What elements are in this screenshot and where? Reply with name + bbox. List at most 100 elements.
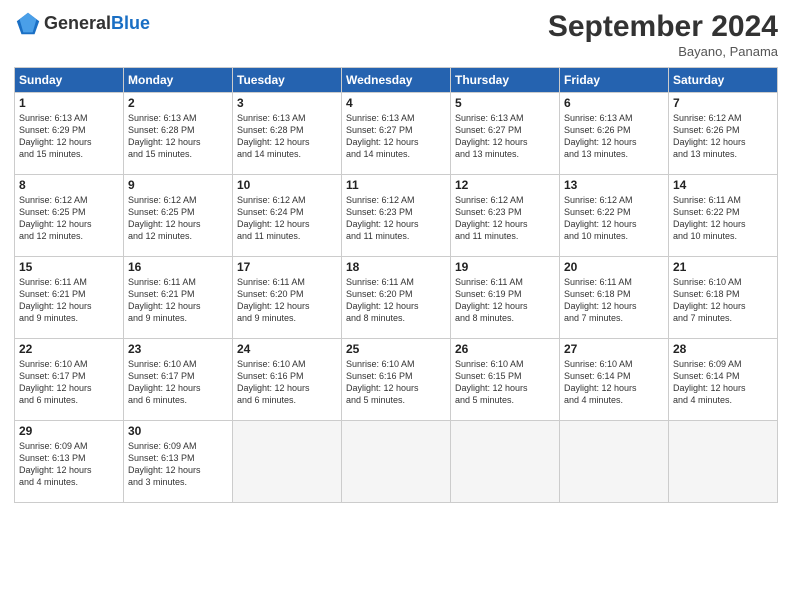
day-info: Sunrise: 6:11 AMSunset: 6:22 PMDaylight:… [673,194,773,243]
logo-icon [14,10,42,38]
day-info: Sunrise: 6:13 AMSunset: 6:28 PMDaylight:… [128,112,228,161]
day-number: 7 [673,96,773,110]
day-number: 5 [455,96,555,110]
day-info: Sunrise: 6:10 AMSunset: 6:16 PMDaylight:… [237,358,337,407]
day-info: Sunrise: 6:11 AMSunset: 6:18 PMDaylight:… [564,276,664,325]
header-saturday: Saturday [669,68,778,93]
calendar-cell: 8 Sunrise: 6:12 AMSunset: 6:25 PMDaylight… [15,175,124,257]
calendar-cell: 2 Sunrise: 6:13 AMSunset: 6:28 PMDaylight… [124,93,233,175]
day-info: Sunrise: 6:11 AMSunset: 6:20 PMDaylight:… [346,276,446,325]
header-monday: Monday [124,68,233,93]
calendar-cell [233,421,342,503]
day-number: 17 [237,260,337,274]
day-number: 30 [128,424,228,438]
day-number: 27 [564,342,664,356]
calendar-table: Sunday Monday Tuesday Wednesday Thursday… [14,67,778,503]
header-sunday: Sunday [15,68,124,93]
calendar-cell: 17Sunrise: 6:11 AMSunset: 6:20 PMDayligh… [233,257,342,339]
calendar-cell: 3 Sunrise: 6:13 AMSunset: 6:28 PMDaylight… [233,93,342,175]
day-info: Sunrise: 6:12 AMSunset: 6:26 PMDaylight:… [673,112,773,161]
calendar-header-row: Sunday Monday Tuesday Wednesday Thursday… [15,68,778,93]
day-info: Sunrise: 6:11 AMSunset: 6:21 PMDaylight:… [128,276,228,325]
logo-general-text: General [44,13,111,33]
calendar-cell: 26 Sunrise: 6:10 AMSunset: 6:15 PMDayligh… [451,339,560,421]
calendar-cell: 4Sunrise: 6:13 AMSunset: 6:27 PMDaylight… [342,93,451,175]
day-number: 14 [673,178,773,192]
calendar-cell [669,421,778,503]
day-info: Sunrise: 6:12 AMSunset: 6:23 PMDaylight:… [346,194,446,243]
calendar-cell: 6 Sunrise: 6:13 AMSunset: 6:26 PMDaylight… [560,93,669,175]
calendar-cell: 7 Sunrise: 6:12 AMSunset: 6:26 PMDaylight… [669,93,778,175]
day-info: Sunrise: 6:11 AMSunset: 6:19 PMDaylight:… [455,276,555,325]
day-number: 12 [455,178,555,192]
day-number: 6 [564,96,664,110]
calendar-cell: 30 Sunrise: 6:09 AMSunset: 6:13 PMDayligh… [124,421,233,503]
day-info: Sunrise: 6:13 AMSunset: 6:26 PMDaylight:… [564,112,664,161]
header-friday: Friday [560,68,669,93]
calendar-cell: 23 Sunrise: 6:10 AMSunset: 6:17 PMDayligh… [124,339,233,421]
day-info: Sunrise: 6:12 AMSunset: 6:22 PMDaylight:… [564,194,664,243]
day-info: Sunrise: 6:11 AMSunset: 6:21 PMDaylight:… [19,276,119,325]
day-number: 1 [19,96,119,110]
calendar-week-4: 22 Sunrise: 6:10 AMSunset: 6:17 PMDayligh… [15,339,778,421]
day-info: Sunrise: 6:10 AMSunset: 6:17 PMDaylight:… [19,358,119,407]
header-wednesday: Wednesday [342,68,451,93]
day-info: Sunrise: 6:13 AMSunset: 6:27 PMDaylight:… [455,112,555,161]
day-number: 23 [128,342,228,356]
calendar-cell: 9Sunrise: 6:12 AMSunset: 6:25 PMDaylight… [124,175,233,257]
day-info: Sunrise: 6:10 AMSunset: 6:17 PMDaylight:… [128,358,228,407]
day-number: 18 [346,260,446,274]
title-section: September 2024 Bayano, Panama [548,10,778,59]
calendar-cell: 1 Sunrise: 6:13 AMSunset: 6:29 PMDaylight… [15,93,124,175]
calendar-cell: 27Sunrise: 6:10 AMSunset: 6:14 PMDayligh… [560,339,669,421]
day-info: Sunrise: 6:12 AMSunset: 6:25 PMDaylight:… [19,194,119,243]
day-number: 29 [19,424,119,438]
page-header: GeneralBlue September 2024 Bayano, Panam… [14,10,778,59]
header-tuesday: Tuesday [233,68,342,93]
calendar-cell: 19Sunrise: 6:11 AMSunset: 6:19 PMDayligh… [451,257,560,339]
location: Bayano, Panama [548,44,778,59]
day-number: 10 [237,178,337,192]
day-number: 28 [673,342,773,356]
day-info: Sunrise: 6:13 AMSunset: 6:29 PMDaylight:… [19,112,119,161]
calendar-cell: 15 Sunrise: 6:11 AMSunset: 6:21 PMDayligh… [15,257,124,339]
day-number: 16 [128,260,228,274]
day-info: Sunrise: 6:10 AMSunset: 6:18 PMDaylight:… [673,276,773,325]
day-number: 24 [237,342,337,356]
day-number: 15 [19,260,119,274]
month-title: September 2024 [548,10,778,44]
calendar-cell: 20Sunrise: 6:11 AMSunset: 6:18 PMDayligh… [560,257,669,339]
day-number: 2 [128,96,228,110]
logo-blue-text: Blue [111,13,150,33]
day-info: Sunrise: 6:09 AMSunset: 6:13 PMDaylight:… [128,440,228,489]
calendar-cell: 21 Sunrise: 6:10 AMSunset: 6:18 PMDayligh… [669,257,778,339]
day-info: Sunrise: 6:09 AMSunset: 6:14 PMDaylight:… [673,358,773,407]
calendar-cell: 11 Sunrise: 6:12 AMSunset: 6:23 PMDayligh… [342,175,451,257]
calendar-cell: 12 Sunrise: 6:12 AMSunset: 6:23 PMDayligh… [451,175,560,257]
day-info: Sunrise: 6:12 AMSunset: 6:23 PMDaylight:… [455,194,555,243]
day-number: 13 [564,178,664,192]
day-info: Sunrise: 6:10 AMSunset: 6:15 PMDaylight:… [455,358,555,407]
calendar-cell: 14 Sunrise: 6:11 AMSunset: 6:22 PMDayligh… [669,175,778,257]
day-number: 22 [19,342,119,356]
calendar-cell [560,421,669,503]
day-info: Sunrise: 6:12 AMSunset: 6:25 PMDaylight:… [128,194,228,243]
calendar-cell: 18 Sunrise: 6:11 AMSunset: 6:20 PMDayligh… [342,257,451,339]
calendar-week-5: 29 Sunrise: 6:09 AMSunset: 6:13 PMDayligh… [15,421,778,503]
calendar-week-2: 8 Sunrise: 6:12 AMSunset: 6:25 PMDaylight… [15,175,778,257]
day-info: Sunrise: 6:09 AMSunset: 6:13 PMDaylight:… [19,440,119,489]
page-container: GeneralBlue September 2024 Bayano, Panam… [0,0,792,511]
day-number: 11 [346,178,446,192]
day-info: Sunrise: 6:13 AMSunset: 6:28 PMDaylight:… [237,112,337,161]
calendar-cell: 5 Sunrise: 6:13 AMSunset: 6:27 PMDaylight… [451,93,560,175]
day-number: 3 [237,96,337,110]
logo: GeneralBlue [14,10,150,38]
calendar-cell: 28 Sunrise: 6:09 AMSunset: 6:14 PMDayligh… [669,339,778,421]
header-thursday: Thursday [451,68,560,93]
day-number: 26 [455,342,555,356]
day-number: 8 [19,178,119,192]
calendar-cell [451,421,560,503]
calendar-cell: 13 Sunrise: 6:12 AMSunset: 6:22 PMDayligh… [560,175,669,257]
day-number: 21 [673,260,773,274]
day-info: Sunrise: 6:10 AMSunset: 6:16 PMDaylight:… [346,358,446,407]
